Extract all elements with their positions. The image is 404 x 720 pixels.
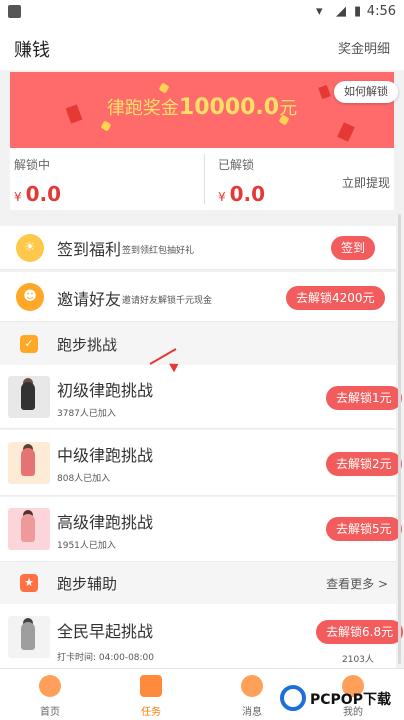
checkin-time: 打卡时间: 04:00-08:00 — [57, 653, 155, 663]
thumb-figure — [21, 382, 35, 410]
thumb-figure — [21, 448, 35, 476]
locked-label: 解锁中 — [14, 158, 51, 172]
banner-amount: 10000.0 — [178, 95, 280, 120]
unlock-button[interactable]: 去解锁6.8元 — [316, 620, 404, 644]
runner-thumbnail — [8, 376, 50, 418]
envelope-icon — [140, 675, 162, 697]
alarm-thumbnail — [8, 616, 50, 658]
tab-label: 任务 — [141, 707, 161, 718]
watermark: PCPOP下载 — [280, 683, 404, 720]
planet-icon — [39, 675, 61, 697]
app-header: 赚钱 奖金明细 — [0, 24, 404, 70]
challenge-name: 全民早起挑战 — [57, 622, 154, 641]
challenge-name: 中级律跑挑战 — [57, 446, 154, 465]
chat-icon — [241, 675, 263, 697]
sign-in-button[interactable]: 签到 — [331, 236, 376, 260]
locked-amount-value: 0.0 — [25, 182, 62, 206]
unlocked-balance: 已解锁 ¥0.0 立即提现 — [214, 148, 394, 210]
challenge-name: 初级律跑挑战 — [57, 381, 154, 400]
task-sign-in[interactable]: ☀ 签到福利 签到领红包抽好礼 签到 — [0, 226, 396, 270]
status-bar: ▾ ◢ ▮ 4:56 — [0, 0, 404, 24]
locked-amount: ¥0.0 — [14, 182, 61, 206]
unlocked-amount-value: 0.0 — [229, 182, 266, 206]
runner-thumbnail — [8, 508, 50, 550]
tab-tasks[interactable]: 任务 — [111, 669, 191, 720]
banner-prefix: 律跑奖金 — [106, 98, 179, 119]
wifi-icon: ▾ — [316, 4, 323, 19]
scrollbar[interactable] — [398, 214, 401, 664]
notification-icon — [8, 5, 21, 18]
task-name: 邀请好友 — [57, 290, 122, 309]
task-desc: 邀请好友解锁千元现金 — [122, 296, 213, 306]
balance-panel: 解锁中 ¥0.0 已解锁 ¥0.0 立即提现 — [10, 148, 394, 210]
challenge-name: 高级律跑挑战 — [57, 513, 154, 532]
sun-icon: ☀ — [16, 234, 44, 262]
friends-icon: ☻ — [16, 283, 44, 311]
section-running-challenge: ✓ 跑步挑战 — [0, 323, 396, 365]
unlock-button[interactable]: 去解锁2元 — [326, 452, 402, 476]
section-label: 跑步挑战 — [57, 336, 118, 354]
banner-suffix: 元 — [279, 98, 298, 119]
runner-thumbnail — [8, 442, 50, 484]
thumb-figure — [21, 622, 35, 650]
clock: 4:56 — [366, 4, 396, 19]
task-desc: 签到领红包抽好礼 — [122, 246, 195, 256]
task-name: 签到福利 — [57, 240, 122, 259]
shield-icon: ✓ — [20, 335, 38, 353]
thumb-figure — [21, 514, 35, 542]
joined-count: 808人已加入 — [57, 474, 111, 484]
currency-symbol: ¥ — [218, 190, 226, 204]
task-invite[interactable]: ☻ 邀请好友 邀请好友解锁千元现金 去解锁4200元 — [0, 272, 396, 322]
divider — [204, 154, 205, 204]
challenge-advanced[interactable]: 高级律跑挑战 1951人已加入 去解锁5元 — [0, 497, 402, 562]
joined-count: 3787人已加入 — [57, 409, 116, 419]
coin-icon — [100, 120, 112, 132]
tab-label: 首页 — [40, 707, 60, 718]
star-icon: ★ — [20, 574, 38, 592]
challenge-intermediate[interactable]: 中级律跑挑战 808人已加入 去解锁2元 — [0, 430, 402, 496]
joined-count: 1951人已加入 — [57, 541, 116, 551]
watermark-brand: PCPOP下载 — [310, 692, 391, 708]
unlock-button[interactable]: 去解锁1元 — [326, 386, 402, 410]
currency-symbol: ¥ — [14, 190, 22, 204]
coin-icon — [158, 82, 170, 94]
participant-count: 2103人 — [342, 655, 374, 665]
withdraw-button[interactable]: 立即提现 — [342, 174, 390, 191]
see-more-link[interactable]: 查看更多 > — [326, 575, 388, 592]
invite-unlock-button[interactable]: 去解锁4200元 — [286, 286, 385, 310]
tab-home[interactable]: 首页 — [10, 669, 90, 720]
section-label: 跑步辅助 — [57, 575, 118, 593]
pcpop-logo-icon — [280, 685, 306, 711]
locked-balance: 解锁中 ¥0.0 — [10, 148, 204, 210]
challenge-beginner[interactable]: 初级律跑挑战 3787人已加入 去解锁1元 — [0, 365, 402, 429]
bonus-detail-link[interactable]: 奖金明细 — [338, 38, 390, 57]
red-envelope-icon — [337, 122, 355, 142]
unlock-button[interactable]: 去解锁5元 — [326, 517, 402, 541]
page-title: 赚钱 — [14, 40, 50, 61]
unlocked-amount: ¥0.0 — [218, 182, 265, 206]
unlocked-label: 已解锁 — [218, 158, 255, 172]
challenge-early-rise[interactable]: 全民早起挑战 打卡时间: 04:00-08:00 去解锁6.8元 2103人 — [0, 604, 404, 668]
section-running-assist: ★ 跑步辅助 查看更多 > — [0, 562, 396, 604]
signal-icon: ◢ — [336, 4, 346, 19]
battery-icon: ▮ — [354, 4, 362, 19]
how-to-unlock-button[interactable]: 如何解锁 — [334, 81, 398, 103]
